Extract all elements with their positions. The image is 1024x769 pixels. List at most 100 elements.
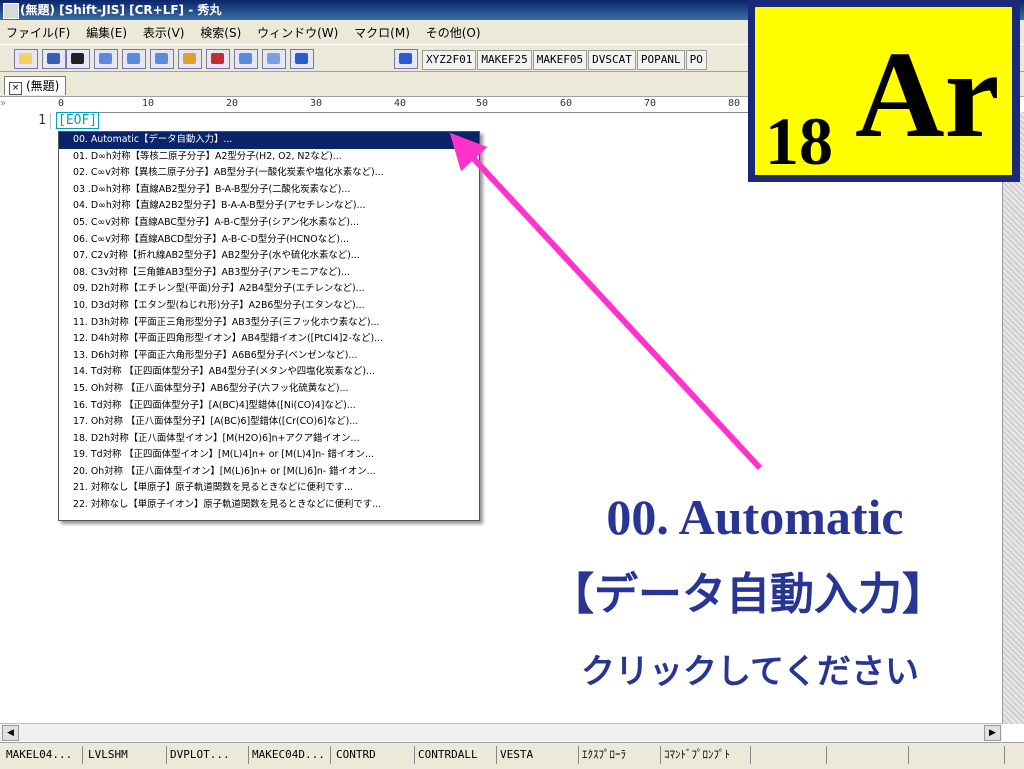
dropdown-item[interactable]: 08. C3v対称【三角錐AB3型分子】AB3型分子(アンモニアなど)... (59, 265, 479, 282)
new-file-icon (19, 53, 32, 64)
menu-window[interactable]: ウィンドウ(W) (251, 20, 344, 41)
ruler-mark: 70 (644, 98, 657, 109)
jump-icon (155, 53, 168, 64)
dropdown-item[interactable]: 17. Oh対称 【正八面体型分子】[A(BC)6]型錯体([Cr(CO)6]な… (59, 414, 479, 431)
window-icon (399, 53, 412, 64)
dropdown-item[interactable]: 12. D4h対称【平面正四角形型イオン】AB4型錯イオン([PtCl4]2-な… (59, 331, 479, 348)
dropdown-item[interactable]: 06. C∞v対称【直線ABCD型分子】A-B-C-D型分子(HCNOなど)..… (59, 232, 479, 249)
dropdown-item[interactable]: 01. D∞h対称【等核二原子分子】A2型分子(H2, O2, N2など)... (59, 149, 479, 166)
dropdown-item[interactable]: 20. Oh対称 【正八面体型イオン】[M(L)6]n+ or [M(L)6]n… (59, 464, 479, 481)
annotation-instruction: クリックしてください (581, 652, 919, 692)
search-tool-button[interactable] (234, 49, 258, 69)
annotation-title: 00. Automatic (606, 489, 904, 545)
save-file-button[interactable] (122, 49, 146, 69)
help-button[interactable] (206, 49, 230, 69)
dropdown-item[interactable]: 03 .D∞h対称【直線AB2型分子】B-A-B型分子(二酸化炭素など)... (59, 182, 479, 199)
status-button-empty[interactable] (910, 746, 1005, 764)
dropdown-item-automatic[interactable]: 00. Automatic【データ自動入力】... (59, 132, 479, 149)
new-file-button[interactable] (14, 49, 38, 69)
status-button-dvplot[interactable]: DVPLOT... (166, 746, 249, 764)
dropdown-item[interactable]: 04. D∞h対称【直線A2B2型分子】B-A-A-B型分子(アセチレンなど).… (59, 198, 479, 215)
element-symbol: Ar (855, 26, 1000, 163)
macro-run-button[interactable] (42, 49, 66, 69)
dropdown-item[interactable]: 18. D2h対称【正八面体型イオン】[M(H2O)6]n+アクア錯イオン... (59, 431, 479, 448)
ruler-gutter: » (0, 98, 56, 112)
status-button-contrdall[interactable]: CONTRDALL (414, 746, 497, 764)
macro-stop-button[interactable] (66, 49, 90, 69)
open-file-icon (99, 53, 112, 64)
dropdown-item[interactable]: 15. Oh対称 【正八面体型分子】AB6型分子(六フッ化硫黄など)... (59, 381, 479, 398)
vertical-scrollbar[interactable] (1002, 112, 1024, 724)
menu-view[interactable]: 表示(V) (137, 20, 191, 41)
app-icon[interactable] (3, 3, 19, 19)
jump-button[interactable] (150, 49, 174, 69)
dropdown-item[interactable]: 16. Td対称 【正四面体型分子】[A(BC)4]型錯体([Ni(CO)4]な… (59, 398, 479, 415)
tab-untitled[interactable]: × (無題) (4, 76, 67, 95)
help-icon (211, 53, 224, 64)
macro-button-xyz2f01[interactable]: XYZ2F01 (422, 50, 477, 70)
window-title: (無題) [Shift-JIS] [CR+LF] - 秀丸 (20, 3, 222, 17)
status-button-contrd[interactable]: CONTRD (332, 746, 415, 764)
menu-macro[interactable]: マクロ(M) (348, 20, 416, 41)
dropdown-item[interactable]: 22. 対称なし【単原子イオン】原子軌道関数を見るときなどに便利です... (59, 497, 479, 514)
status-button-empty[interactable] (752, 746, 827, 764)
scroll-right-icon[interactable]: ▶ (984, 725, 1001, 741)
dropdown-item[interactable]: 07. C2v対称【折れ線AB2型分子】AB2型分子(水や硫化水素など)... (59, 248, 479, 265)
line-number-divider (50, 113, 51, 129)
dropdown-item[interactable]: 05. C∞v対称【直線ABC型分子】A-B-C型分子(シアン化水素など)... (59, 215, 479, 232)
ruler-mark: 30 (310, 98, 323, 109)
ruler-mark: 50 (476, 98, 489, 109)
tab-label: (無題) (26, 79, 60, 93)
dropdown-item[interactable]: 11. D3h対称【平面正三角形型分子】AB3型分子(三フッ化ホウ素など)... (59, 315, 479, 332)
dropdown-item[interactable]: 19. Td対称 【正四面体型イオン】[M(L)4]n+ or [M(L)4]n… (59, 447, 479, 464)
line-number: 1 (38, 113, 46, 128)
search-icon (239, 53, 252, 64)
menu-edit[interactable]: 編集(E) (80, 20, 133, 41)
element-badge: 18 Ar (748, 0, 1020, 182)
insert-icon (183, 53, 196, 64)
dropdown-item[interactable]: 14. Td対称 【正四面体型分子】AB4型分子(メタンや四塩化炭素など)... (59, 364, 479, 381)
dropdown-item[interactable]: 13. D6h対称【平面正六角形型分子】A6B6型分子(ベンゼンなど)... (59, 348, 479, 365)
annotation-subtitle: 【データ自動入力】 (550, 569, 946, 620)
layout-button[interactable] (290, 49, 314, 69)
macro-run-icon (47, 53, 60, 64)
ruler-mark: 0 (58, 98, 65, 109)
ruler-mark: 80 (728, 98, 741, 109)
element-badge-inner: 18 Ar (755, 7, 1012, 175)
scroll-left-icon[interactable]: ◀ (2, 725, 19, 741)
status-button-vesta[interactable]: VESTA (496, 746, 579, 764)
ruler-mark: 60 (560, 98, 573, 109)
menu-search[interactable]: 検索(S) (194, 20, 247, 41)
status-button-empty[interactable] (828, 746, 909, 764)
status-button-makel04[interactable]: MAKEL04... (2, 746, 83, 764)
insert-button[interactable] (178, 49, 202, 69)
macro-button-makef25[interactable]: MAKEF25 (477, 50, 532, 70)
macro-stop-icon (71, 53, 84, 64)
macro-button-po[interactable]: PO (685, 50, 707, 70)
save-file-icon (127, 53, 140, 64)
dropdown-item[interactable]: 10. D3d対称【エタン型(ねじれ形)分子】A2B6型分子(エタンなど)... (59, 298, 479, 315)
menu-other[interactable]: その他(O) (420, 20, 487, 41)
macro-status-bar: MAKEL04... LVLSHM DVPLOT... MAKEC04D... … (0, 742, 1024, 769)
zoom-icon (267, 53, 280, 64)
dropdown-item[interactable]: 21. 対称なし【単原子】原子軌道関数を見るときなどに便利です... (59, 480, 479, 497)
status-button-makec04d[interactable]: MAKEC04D... (248, 746, 331, 764)
macro-button-dvscat[interactable]: DVSCAT (588, 50, 636, 70)
atomic-number: 18 (765, 103, 833, 179)
zoom-button[interactable] (262, 49, 286, 69)
macro-button-makef05[interactable]: MAKEF05 (532, 50, 588, 70)
dropdown-item[interactable]: 02. C∞v対称【異核二原子分子】AB型分子(一酸化炭素や塩化水素など)... (59, 165, 479, 182)
status-button-command-prompt[interactable]: ｺﾏﾝﾄﾞﾌﾟﾛﾝﾌﾟﾄ (660, 746, 751, 764)
open-file-button[interactable] (94, 49, 118, 69)
symmetry-dropdown-list: 00. Automatic【データ自動入力】... 01. D∞h対称【等核二原… (58, 131, 480, 521)
horizontal-scrollbar[interactable]: ◀ ▶ (0, 723, 1002, 741)
list-icon (295, 53, 308, 64)
menu-file[interactable]: ファイル(F) (0, 20, 76, 41)
macro-button-popanl[interactable]: POPANL (636, 50, 685, 70)
status-button-lvlshm[interactable]: LVLSHM (84, 746, 167, 764)
window-button[interactable] (394, 49, 418, 69)
ruler-mark: 40 (394, 98, 407, 109)
dropdown-item[interactable]: 09. D2h対称【エチレン型(平面)分子】A2B4型分子(エチレンなど)... (59, 281, 479, 298)
status-button-explorer[interactable]: ｴｸｽﾌﾟﾛｰﾗ (578, 746, 661, 764)
close-icon[interactable]: × (9, 82, 22, 95)
